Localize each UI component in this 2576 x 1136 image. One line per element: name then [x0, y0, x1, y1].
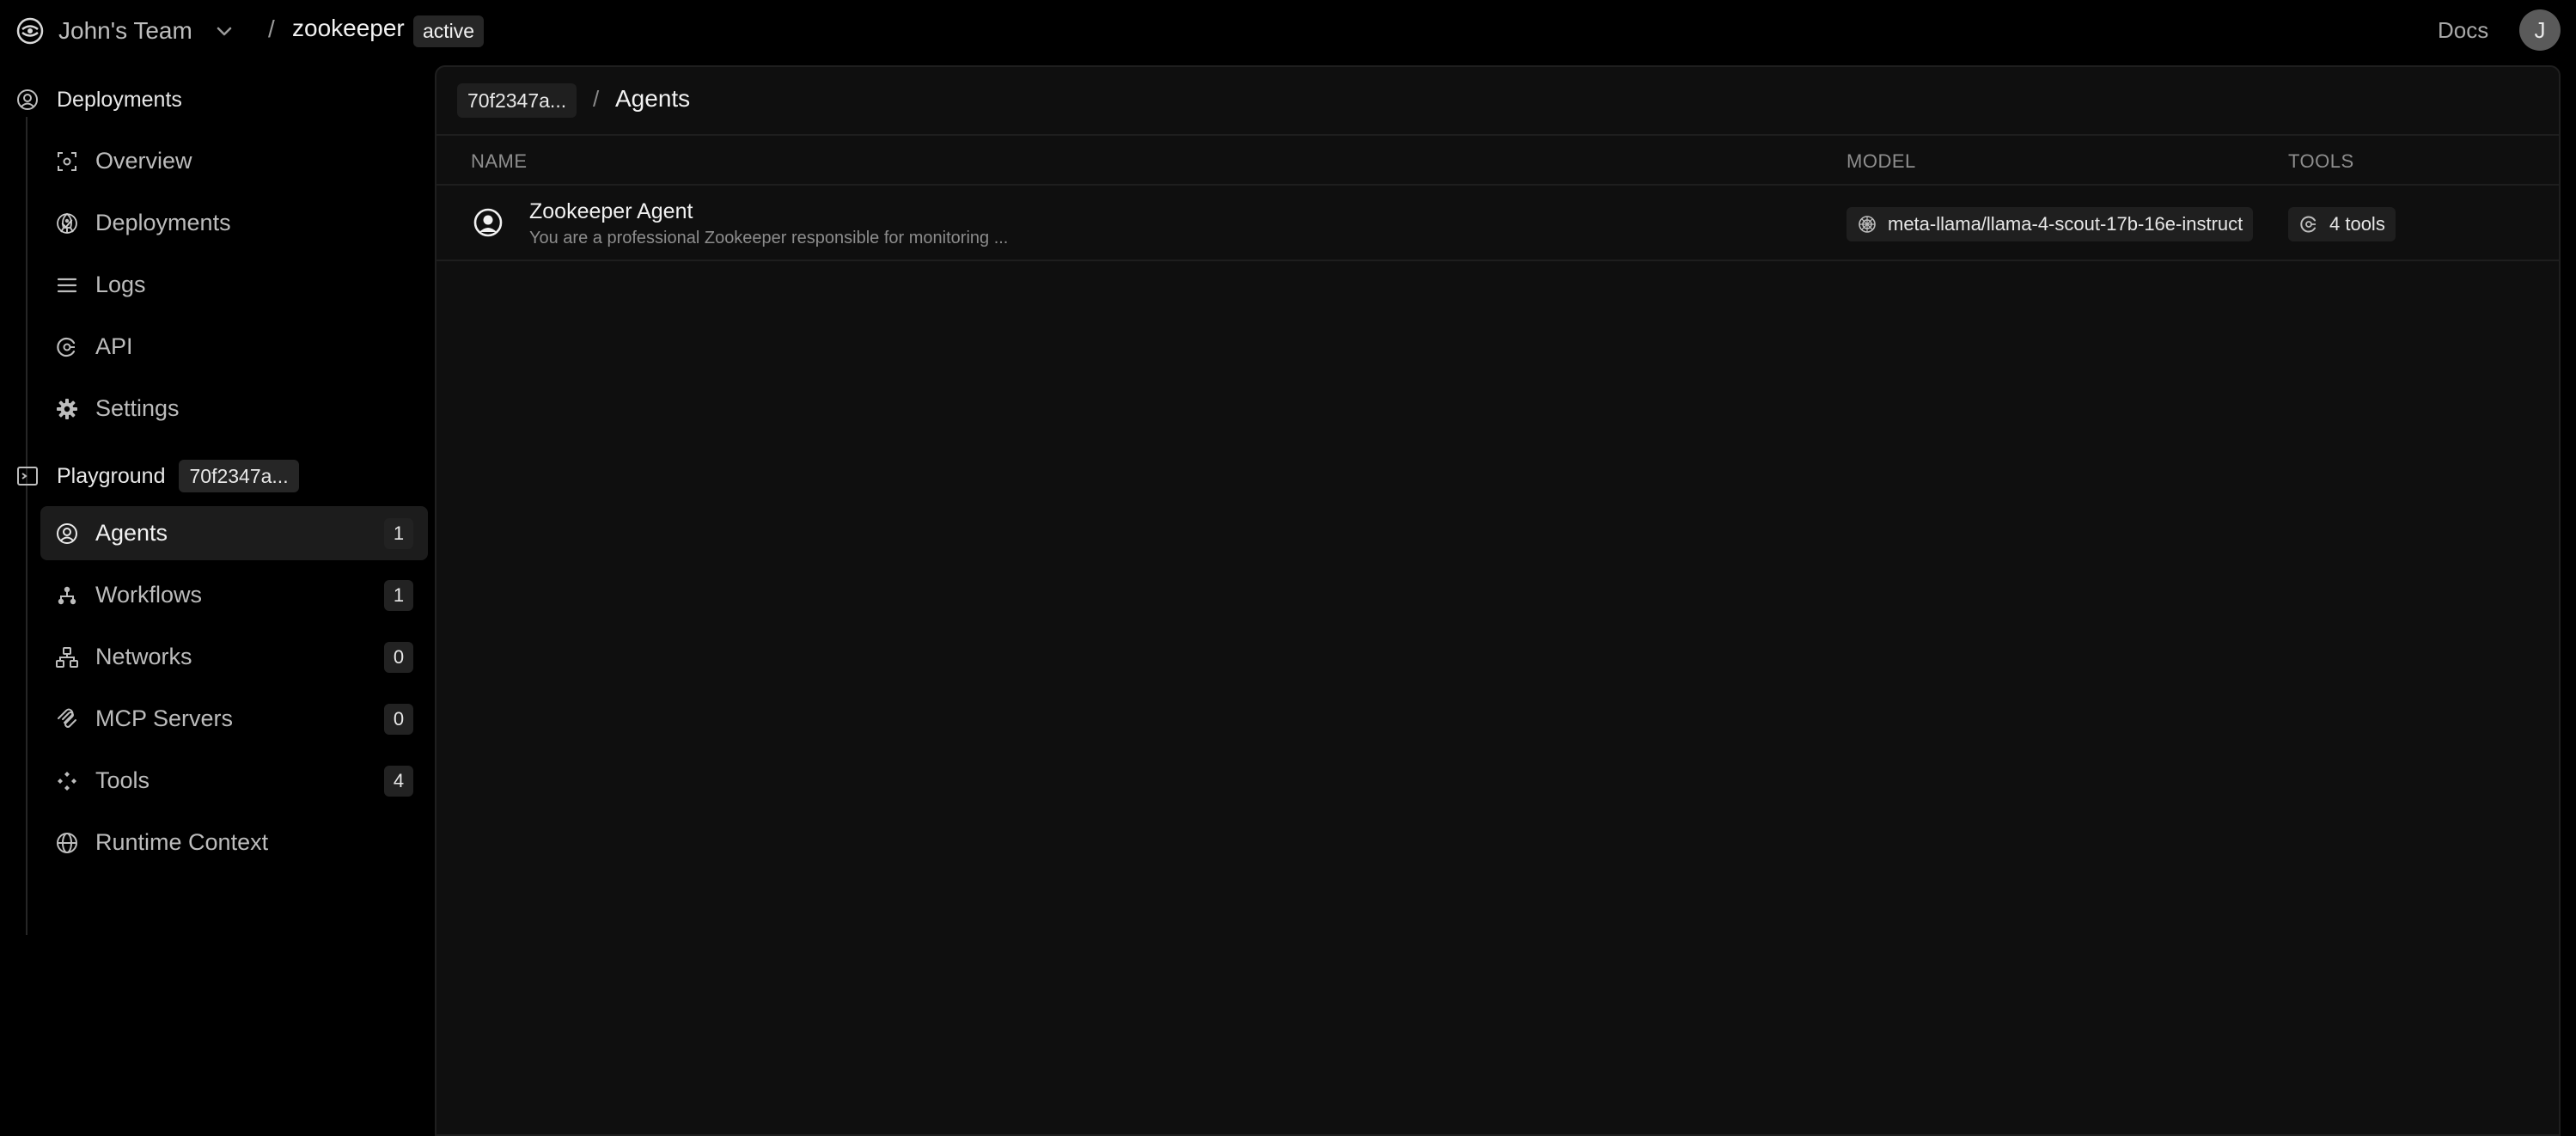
top-bar: John's Team / zookeeper active Docs J — [0, 0, 2576, 62]
sidebar-item-logs[interactable]: Logs — [40, 258, 428, 312]
sidebar-item-tools[interactable]: Tools 4 — [40, 754, 428, 808]
tree-line — [26, 505, 27, 935]
sidebar-section-playground[interactable]: Playground 70f2347a... — [15, 459, 299, 493]
sidebar-item-label: Settings — [95, 395, 180, 421]
sidebar-item-label: Overview — [95, 148, 192, 174]
model-icon — [1859, 216, 1876, 233]
sidebar-item-overview[interactable]: Overview — [40, 134, 428, 188]
sidebar-item-label: Workflows — [95, 582, 203, 608]
sidebar-section-deployments[interactable]: Deployments — [15, 82, 182, 117]
sidebar-item-networks[interactable]: Networks 0 — [40, 630, 428, 684]
playground-hash-badge: 70f2347a... — [179, 460, 299, 492]
tree-line — [26, 117, 27, 512]
page-title: Agents — [615, 85, 691, 112]
workflow-icon — [58, 586, 76, 604]
gear-icon — [57, 398, 77, 419]
sidebar-item-agents[interactable]: Agents 1 — [40, 506, 428, 560]
count-badge: 4 — [384, 765, 413, 797]
status-badge: active — [413, 15, 485, 47]
list-icon — [57, 278, 77, 292]
agent-icon — [57, 522, 77, 544]
count-badge: 0 — [384, 641, 413, 673]
team-switcher[interactable]: John's Team — [15, 12, 235, 50]
column-header-model: MODEL — [1847, 150, 1916, 172]
sidebar-item-workflows[interactable]: Workflows 1 — [40, 568, 428, 622]
breadcrumb-hash[interactable]: 70f2347a... — [457, 83, 577, 118]
overview-icon — [58, 151, 76, 171]
user-circle-icon — [17, 89, 38, 110]
sidebar-item-mcp-servers[interactable]: MCP Servers 0 — [40, 692, 428, 746]
terminal-icon — [17, 467, 38, 486]
column-header-tools: TOOLS — [2288, 150, 2354, 172]
section-title: Playground — [57, 463, 166, 488]
api-icon — [2300, 216, 2316, 233]
breadcrumb-separator: / — [593, 86, 600, 112]
agent-icon — [473, 208, 503, 237]
chevron-down-icon[interactable] — [213, 20, 235, 42]
count-badge: 0 — [384, 703, 413, 735]
mcp-icon — [58, 708, 76, 728]
main-panel: 70f2347a... / Agents NAME MODEL TOOLS Zo… — [435, 65, 2561, 1136]
table-header: NAME MODEL TOOLS — [436, 136, 2559, 186]
api-icon — [57, 337, 76, 357]
sidebar-item-runtime-context[interactable]: Runtime Context — [40, 815, 428, 870]
tools-icon — [58, 771, 76, 791]
sidebar-item-label: Logs — [95, 272, 146, 297]
docs-link[interactable]: Docs — [2438, 17, 2488, 44]
agent-name[interactable]: Zookeeper Agent — [529, 199, 693, 224]
sidebar-item-label: Agents — [95, 520, 168, 546]
sidebar-item-label: Tools — [95, 767, 150, 793]
count-badge: 1 — [384, 579, 413, 611]
sidebar-item-label: Networks — [95, 644, 192, 669]
sidebar-item-label: MCP Servers — [95, 705, 234, 731]
count-badge: 1 — [384, 517, 413, 549]
sidebar-item-deployments[interactable]: Deployments — [40, 196, 428, 250]
sidebar-item-api[interactable]: API — [40, 320, 428, 374]
tools-count: 4 tools — [2329, 213, 2385, 235]
section-title: Deployments — [57, 87, 182, 112]
sidebar-item-label: Runtime Context — [95, 829, 269, 855]
avatar[interactable]: J — [2519, 9, 2561, 51]
agent-description: You are a professional Zookeeper respons… — [529, 229, 1009, 247]
team-name: John's Team — [58, 17, 192, 44]
network-icon — [56, 646, 78, 668]
project-name[interactable]: zookeeper — [292, 15, 405, 42]
sidebar-item-label: API — [95, 333, 133, 359]
sidebar-item-label: Deployments — [95, 210, 231, 235]
tools-chip: 4 tools — [2288, 207, 2396, 241]
sidebar: Deployments Overview Deployments Logs AP… — [0, 65, 435, 1136]
main-header: 70f2347a... / Agents — [436, 67, 2559, 136]
check-circle-icon — [57, 212, 77, 234]
column-header-name: NAME — [471, 150, 528, 172]
team-logo-icon — [16, 17, 44, 45]
table-row[interactable]: Zookeeper Agent You are a professional Z… — [436, 186, 2559, 261]
breadcrumb-separator: / — [268, 15, 275, 42]
model-chip: meta-llama/llama-4-scout-17b-16e-instruc… — [1847, 207, 2254, 241]
sidebar-item-settings[interactable]: Settings — [40, 382, 428, 436]
globe-icon — [57, 832, 77, 853]
model-name: meta-llama/llama-4-scout-17b-16e-instruc… — [1888, 213, 2243, 235]
